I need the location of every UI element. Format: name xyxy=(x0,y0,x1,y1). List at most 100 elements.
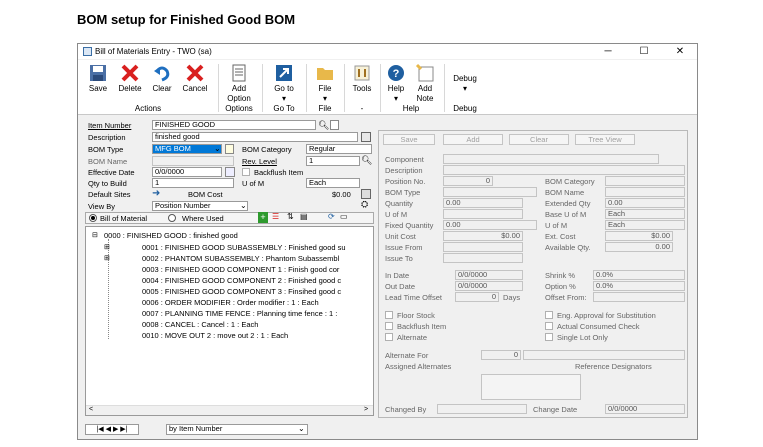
uofm-field[interactable]: Each xyxy=(306,178,360,188)
item-number-field[interactable]: FINISHED GOOD xyxy=(152,120,316,130)
issue-to-field[interactable] xyxy=(443,253,523,263)
clear-button[interactable]: Clear xyxy=(150,63,174,93)
r-description-field[interactable] xyxy=(443,165,685,175)
file-button[interactable]: File ▾ xyxy=(314,63,336,103)
bom-type-select[interactable]: MFG BOM xyxy=(152,144,222,154)
view-icon[interactable]: ▤ xyxy=(300,212,308,221)
r-bom-category-field[interactable] xyxy=(605,176,685,186)
r-uofm-field[interactable] xyxy=(443,209,523,219)
bom-category-select[interactable]: Regular xyxy=(306,144,372,154)
note-icon[interactable] xyxy=(330,120,339,130)
actual-consumed-checkbox[interactable] xyxy=(545,322,553,330)
tree-node[interactable]: 0004 : FINISHED GOOD COMPONENT 2 : Finis… xyxy=(142,276,341,285)
tree-node[interactable]: 0001 : FINISHED GOOD SUBASSEMBLY : Finis… xyxy=(142,243,346,252)
tree-node[interactable]: 0005 : FINISHED GOOD COMPONENT 3 : Finsi… xyxy=(142,287,341,296)
available-qty-field[interactable]: 0.00 xyxy=(605,242,673,252)
calendar-icon[interactable] xyxy=(225,167,235,177)
add-option-button[interactable]: Add Option xyxy=(224,63,254,103)
shrink-field[interactable]: 0.0% xyxy=(593,270,685,280)
tree-node[interactable]: 0003 : FINISHED GOOD COMPONENT 1 : Finis… xyxy=(142,265,339,274)
fixed-quantity-field[interactable]: 0.00 xyxy=(443,220,537,230)
out-date-field[interactable]: 0/0/0000 xyxy=(455,281,523,291)
detail-add-button[interactable]: Add xyxy=(443,134,503,145)
tree-node[interactable]: 0002 : PHANTOM SUBASSEMBLY : Phantom Sub… xyxy=(142,254,339,263)
position-no-field[interactable]: 0 xyxy=(443,176,493,186)
expand-icon[interactable]: ⊞ xyxy=(104,254,110,262)
offset-from-select[interactable] xyxy=(593,292,685,302)
floor-stock-checkbox[interactable] xyxy=(385,311,393,319)
where-used-radio[interactable] xyxy=(168,214,176,222)
rev-level-field[interactable]: 1 xyxy=(306,156,360,166)
tree-root[interactable]: 0000 : FINISHED GOOD : finished good xyxy=(104,231,238,240)
option-field[interactable]: 0.0% xyxy=(593,281,685,291)
tree-hscrollbar[interactable]: < > xyxy=(86,405,373,415)
tree-node[interactable]: 0008 : CANCEL : Cancel : 1 : Each xyxy=(142,320,258,329)
in-date-field[interactable]: 0/0/0000 xyxy=(455,270,523,280)
note-icon[interactable] xyxy=(225,144,234,154)
expand-icon[interactable] xyxy=(361,132,371,142)
alternate-for-desc-field[interactable] xyxy=(523,350,685,360)
unit-cost-field[interactable]: $0.00 xyxy=(443,231,523,241)
assigned-alternates-button[interactable]: Assigned Alternates xyxy=(385,362,451,371)
debug-button[interactable]: Debug ▾ xyxy=(450,63,480,93)
goto-button[interactable]: Go to ▾ xyxy=(270,63,298,103)
qty-to-build-field[interactable]: 1 xyxy=(152,178,234,188)
chevron-down-icon[interactable]: ⌄ xyxy=(214,144,221,153)
bom-radio[interactable] xyxy=(89,214,97,222)
minimize-button[interactable]: ─ xyxy=(598,44,618,59)
bom-tree[interactable]: ⊟ 0000 : FINISHED GOOD : finished good ⊞… xyxy=(85,226,374,416)
calculator-icon[interactable] xyxy=(361,189,371,199)
cancel-button[interactable]: Cancel xyxy=(180,63,210,93)
component-field[interactable] xyxy=(443,154,659,164)
sort-by-select[interactable]: by Item Number xyxy=(166,424,308,435)
r-bom-name-field[interactable] xyxy=(605,187,685,197)
save-button[interactable]: Save xyxy=(86,63,110,93)
detail-clear-button[interactable]: Clear xyxy=(509,134,569,145)
binoculars-icon[interactable]: ⛭ xyxy=(361,199,368,210)
lookup-icon[interactable]: 🔍︎ xyxy=(361,155,372,166)
tree-node[interactable]: 0007 : PLANNING TIME FENCE : Planning ti… xyxy=(142,309,337,318)
close-window-button[interactable]: ✕ xyxy=(670,44,690,59)
backflush-checkbox[interactable] xyxy=(242,168,250,176)
help-button[interactable]: ? Help ▾ xyxy=(384,63,408,103)
remove-component-icon[interactable]: ☰ xyxy=(272,212,279,221)
delete-button[interactable]: Delete xyxy=(116,63,144,93)
record-navigation[interactable]: |◀ ◀ ▶ ▶| xyxy=(85,424,139,435)
expand-icon[interactable]: ⊞ xyxy=(104,243,110,251)
alternate-for-field[interactable]: 0 xyxy=(481,350,521,360)
view-by-select[interactable]: Position Number xyxy=(152,201,248,211)
maximize-button[interactable]: ☐ xyxy=(634,44,654,59)
tools-button[interactable]: Tools xyxy=(350,63,374,93)
bom-name-field[interactable] xyxy=(152,156,234,166)
effective-date-field[interactable]: 0/0/0000 xyxy=(152,167,222,177)
add-component-icon[interactable]: + xyxy=(258,212,268,223)
tree-node[interactable]: 0006 : ORDER MODIFIER : Order modifier :… xyxy=(142,298,319,307)
tree-view-button[interactable]: Tree View xyxy=(575,134,635,145)
description-field[interactable]: finished good xyxy=(152,132,358,142)
chevron-down-icon[interactable]: ⌄ xyxy=(298,424,305,433)
lookup-icon[interactable]: 🔍︎ xyxy=(318,120,329,131)
changed-by-field[interactable] xyxy=(437,404,527,414)
r2-uofm-field[interactable]: Each xyxy=(605,220,685,230)
add-note-button[interactable]: Add Note xyxy=(412,63,438,103)
chevron-down-icon[interactable]: ⌄ xyxy=(240,201,247,210)
issue-from-field[interactable] xyxy=(443,242,523,252)
window-icon[interactable]: ▭ xyxy=(340,212,348,221)
move-icon[interactable]: ⇅ xyxy=(287,212,294,221)
eng-approval-checkbox[interactable] xyxy=(545,311,553,319)
reference-designators-button[interactable]: Reference Designators xyxy=(575,362,652,371)
quantity-field[interactable]: 0.00 xyxy=(443,198,523,208)
tree-node[interactable]: 0010 : MOVE OUT 2 : move out 2 : 1 : Eac… xyxy=(142,331,288,340)
ext-cost-field[interactable]: $0.00 xyxy=(605,231,673,241)
r-bom-type-select[interactable] xyxy=(443,187,537,197)
base-uofm-field[interactable]: Each xyxy=(605,209,685,219)
extended-qty-field[interactable]: 0.00 xyxy=(605,198,685,208)
r-backflush-checkbox[interactable] xyxy=(385,322,393,330)
scroll-left-icon[interactable]: < xyxy=(89,406,93,413)
scroll-right-icon[interactable]: > xyxy=(364,406,368,413)
single-lot-checkbox[interactable] xyxy=(545,333,553,341)
change-date-field[interactable]: 0/0/0000 xyxy=(605,404,685,414)
arrow-right-icon[interactable]: ➜ xyxy=(152,188,160,199)
collapse-icon[interactable]: ⊟ xyxy=(92,231,98,239)
refresh-icon[interactable]: ⟳ xyxy=(328,212,335,221)
